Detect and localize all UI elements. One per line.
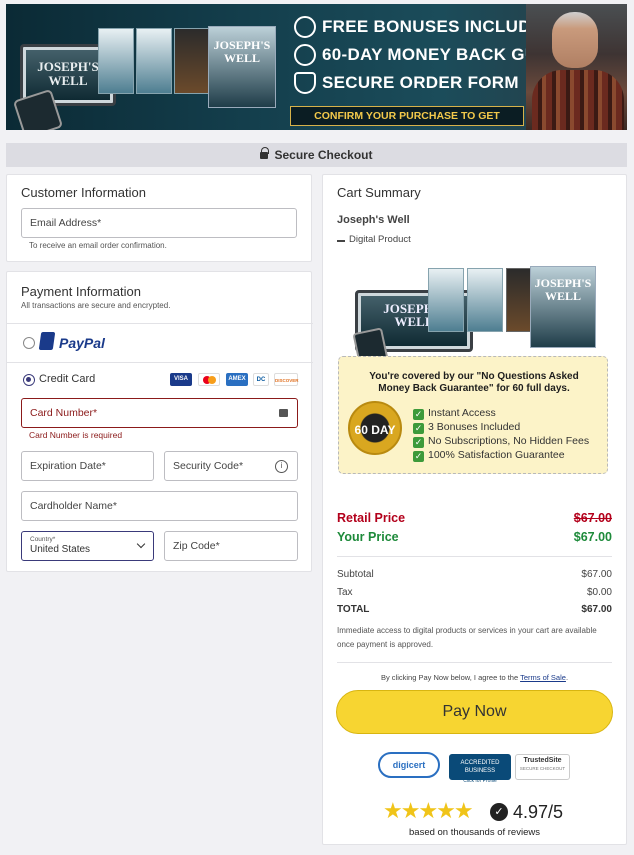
info-icon[interactable]: i — [275, 460, 288, 473]
card-number-error: Card Number is required — [29, 430, 123, 440]
amex-icon: AMEX — [226, 373, 248, 386]
discover-icon: DISCOVER — [274, 373, 299, 386]
payment-info-card: Payment Information All transactions are… — [6, 271, 313, 572]
rating-value: 4.97/5 — [513, 802, 564, 822]
retail-price-row: Retail Price $67.00 — [337, 511, 612, 525]
download-icon — [337, 234, 345, 242]
terms-of-sale-link[interactable]: Terms of Sale — [520, 673, 566, 682]
payment-info-subtitle: All transactions are secure and encrypte… — [21, 301, 171, 310]
lock-icon — [260, 147, 270, 159]
main-book-image: JOSEPH'S WELL — [208, 26, 276, 108]
customer-info-title: Customer Information — [21, 185, 146, 200]
benefit-item: ✓ 3 Bonuses Included — [413, 421, 521, 434]
your-price-row: Your Price $67.00 — [337, 530, 612, 544]
feature-secure: SECURE ORDER FORM — [294, 72, 519, 94]
benefit-item: ✓ No Subscriptions, No Hidden Fees — [413, 435, 590, 448]
expiration-date-field[interactable]: Expiration Date* — [21, 451, 154, 481]
diners-icon: DC — [253, 373, 269, 386]
divider — [337, 556, 612, 557]
bonus-book-image — [98, 28, 134, 94]
customer-info-card: Customer Information Email Address* To r… — [6, 174, 312, 262]
check-icon: ✓ — [413, 409, 424, 420]
shield-icon — [294, 72, 316, 94]
mastercard-icon — [198, 373, 220, 386]
bonus-book-image — [428, 268, 464, 332]
product-name: Joseph's Well — [337, 214, 410, 226]
your-price-label: Your Price — [337, 530, 399, 544]
feature-bonuses: FREE BONUSES INCLUDED — [294, 16, 555, 38]
access-note: Immediate access to digital products or … — [337, 626, 597, 649]
credit-card-label[interactable]: Credit Card — [39, 373, 95, 385]
badge-check-icon — [294, 44, 316, 66]
lock-icon — [279, 409, 288, 417]
cart-summary-title: Cart Summary — [337, 185, 421, 200]
bonus-book-image — [174, 28, 210, 94]
verified-check-icon: ✓ — [490, 803, 508, 821]
paypal-label[interactable]: PayPal — [59, 335, 105, 351]
retail-price-label: Retail Price — [337, 511, 406, 525]
card-number-field[interactable]: Card Number* — [21, 398, 298, 428]
retail-price-value: $67.00 — [573, 511, 612, 525]
divider — [337, 662, 612, 663]
benefit-item: ✓ Instant Access — [413, 407, 496, 420]
paypal-icon — [38, 332, 56, 350]
visa-icon: VISA — [170, 373, 192, 386]
product-type: Digital Product — [337, 234, 411, 245]
banner-cta: CONFIRM YOUR PURCHASE TO GET STARTED NOW… — [290, 106, 524, 130]
country-select[interactable]: Country* United States — [21, 531, 154, 561]
zip-code-field[interactable]: Zip Code* — [164, 531, 298, 561]
bbb-badge[interactable]: ACCREDITED BUSINESS — [449, 754, 511, 780]
benefit-item: ✓ 100% Satisfaction Guarantee — [413, 449, 565, 462]
product-banner: JOSEPH'S WELL JOSEPH'S WELL FREE BONUSES I… — [6, 4, 627, 130]
credit-card-radio[interactable] — [23, 374, 35, 386]
check-icon: ✓ — [413, 423, 424, 434]
rating-stars: ★★★★★ — [383, 798, 474, 823]
cardholder-name-field[interactable]: Cardholder Name* — [21, 491, 298, 521]
main-book-image: JOSEPH'S WELL — [530, 266, 596, 348]
check-icon: ✓ — [413, 451, 424, 462]
secure-checkout-label: Secure Checkout — [274, 148, 373, 162]
bonus-book-image — [136, 28, 172, 94]
your-price-value: $67.00 — [573, 530, 612, 544]
digicert-badge[interactable]: digicert — [378, 752, 440, 778]
email-field[interactable]: Email Address* — [21, 208, 297, 238]
divider — [7, 362, 313, 363]
payment-info-title: Payment Information — [21, 284, 141, 299]
paypal-radio[interactable] — [23, 337, 35, 349]
bonus-book-image — [467, 268, 503, 332]
rating-note: based on thousands of reviews — [409, 827, 540, 838]
total-row: TOTAL $67.00 — [337, 604, 612, 615]
author-photo — [526, 4, 627, 130]
secure-checkout-bar: Secure Checkout — [6, 143, 627, 167]
subtotal-row: Subtotal $67.00 — [337, 569, 612, 580]
security-code-field[interactable]: Security Code* i — [164, 451, 298, 481]
guarantee-box: You're covered by our "No Questions Aske… — [338, 356, 608, 474]
guarantee-seal-icon: 60 DAY — [348, 401, 402, 455]
tax-row: Tax $0.00 — [337, 587, 612, 598]
guarantee-text: You're covered by our "No Questions Aske… — [369, 371, 579, 394]
email-hint: To receive an email order confirmation. — [29, 241, 167, 250]
terms-notice: By clicking Pay Now below, I agree to th… — [380, 673, 569, 682]
pay-now-button[interactable]: Pay Now — [336, 690, 613, 734]
divider — [7, 323, 313, 324]
bbb-subtext: Click for Profile — [463, 778, 497, 784]
bonus-icon — [294, 16, 316, 38]
check-icon: ✓ — [413, 437, 424, 448]
trustedsite-badge[interactable]: TrustedSite SECURE CHECKOUT — [515, 754, 570, 780]
